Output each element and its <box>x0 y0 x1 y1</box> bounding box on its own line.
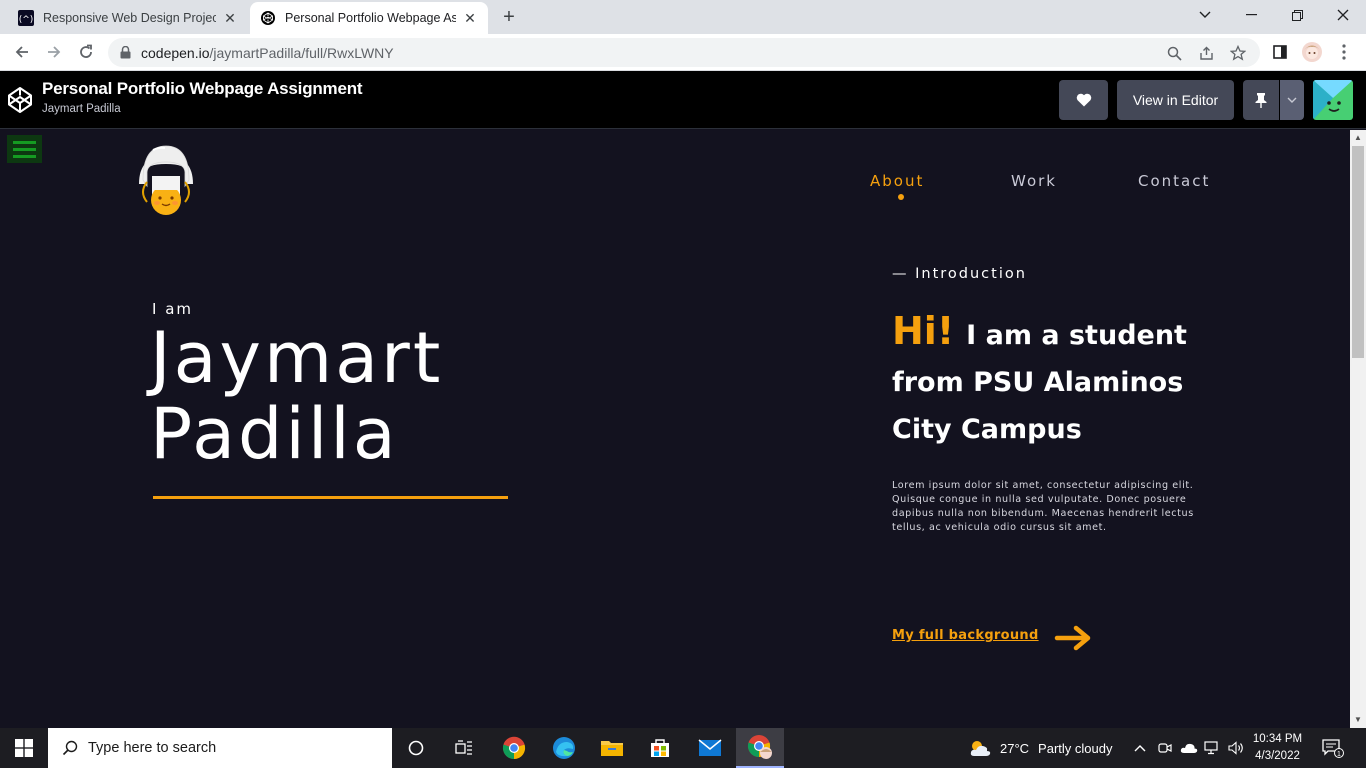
fcc-favicon-icon: (^) <box>18 10 34 26</box>
hamburger-menu-icon[interactable] <box>7 135 42 163</box>
scrollbar-thumb[interactable] <box>1352 146 1364 358</box>
cortana-icon[interactable] <box>392 728 440 768</box>
nav-about-link[interactable]: About <box>870 172 924 190</box>
microsoft-store-icon[interactable] <box>636 728 684 768</box>
show-hidden-icons-chevron-icon[interactable] <box>1134 728 1146 768</box>
greeting-text: I am <box>152 300 193 318</box>
site-logo[interactable] <box>135 142 197 218</box>
clock-time: 10:34 PM <box>1252 733 1303 745</box>
mail-icon[interactable] <box>686 728 734 768</box>
nav-contact-link[interactable]: Contact <box>1138 172 1210 190</box>
weather-description: Partly cloudy <box>1038 740 1113 756</box>
full-background-link[interactable]: My full background <box>892 628 1039 643</box>
hero-first-name: Jaymart <box>150 317 444 399</box>
portfolio-page: About Work Contact I am Jaymart Padilla … <box>0 130 1350 728</box>
meet-now-icon[interactable] <box>1158 728 1172 768</box>
profile-avatar[interactable] <box>1300 40 1324 64</box>
network-icon[interactable] <box>1204 728 1220 768</box>
tab-title: Responsive Web Design Projects <box>43 11 216 25</box>
notification-count: 1 <box>1337 751 1341 758</box>
bookmark-star-icon[interactable] <box>1230 45 1246 61</box>
browser-tab-portfolio[interactable]: Personal Portfolio Webpage Assig ✕ <box>250 2 488 34</box>
browser-toolbar: codepen.io/jaymartPadilla/full/RwxLWNY <box>0 34 1366 71</box>
url-path: /jaymartPadilla/full/RwxLWNY <box>209 44 394 61</box>
tab-close-icon[interactable]: ✕ <box>462 10 478 26</box>
reload-icon[interactable] <box>74 40 98 64</box>
zoom-icon[interactable] <box>1166 45 1182 61</box>
share-icon[interactable] <box>1198 45 1214 61</box>
pin-dropdown-button[interactable] <box>1280 80 1304 120</box>
taskbar-search-box[interactable]: Type here to search <box>48 728 392 768</box>
codepen-favicon-icon <box>260 10 276 26</box>
new-tab-button[interactable]: + <box>498 6 520 28</box>
browser-tab-bar: (^) Responsive Web Design Projects ✕ Per… <box>0 0 1366 34</box>
heart-button[interactable] <box>1059 80 1108 120</box>
nav-work-link[interactable]: Work <box>1011 172 1057 190</box>
more-menu-icon[interactable] <box>1332 40 1356 64</box>
onedrive-cloud-icon[interactable] <box>1180 728 1198 768</box>
page-scrollbar[interactable]: ▲ ▼ <box>1350 130 1366 728</box>
minimize-button[interactable] <box>1228 0 1274 30</box>
heart-icon <box>1076 93 1092 107</box>
pin-button[interactable] <box>1243 80 1279 120</box>
hero-name: Jaymart Padilla <box>150 320 443 472</box>
weather-temp: 27°C <box>1000 740 1030 756</box>
tab-search-chevron-icon[interactable] <box>1182 0 1228 30</box>
pen-title: Personal Portfolio Webpage Assignment <box>42 79 363 98</box>
hero-last-name: Padilla <box>150 393 399 475</box>
lock-icon <box>120 46 131 59</box>
scroll-down-icon[interactable]: ▼ <box>1350 712 1366 728</box>
back-arrow-icon[interactable] <box>10 40 34 64</box>
windows-taskbar: Type here to search 27°C Partly cloudy 1… <box>0 728 1366 768</box>
weather-widget[interactable]: 27°C Partly cloudy <box>968 728 1112 768</box>
view-in-editor-button[interactable]: View in Editor <box>1117 80 1234 120</box>
restore-button[interactable] <box>1274 0 1320 30</box>
sidebar-panel-icon[interactable] <box>1268 40 1292 64</box>
edge-icon[interactable] <box>540 728 588 768</box>
scroll-up-icon[interactable]: ▲ <box>1350 130 1366 146</box>
browser-tab-responsive-projects[interactable]: (^) Responsive Web Design Projects ✕ <box>8 2 248 34</box>
active-nav-indicator <box>898 194 904 200</box>
clock-date: 4/3/2022 <box>1255 750 1300 762</box>
file-explorer-icon[interactable] <box>588 728 636 768</box>
address-bar[interactable]: codepen.io/jaymartPadilla/full/RwxLWNY <box>108 38 1260 67</box>
arrow-right-icon[interactable] <box>1054 624 1094 652</box>
close-window-button[interactable] <box>1320 0 1366 30</box>
pen-author[interactable]: Jaymart Padilla <box>42 103 121 115</box>
windows-start-icon[interactable] <box>0 728 48 768</box>
notification-center-icon[interactable]: 1 <box>1322 728 1344 768</box>
intro-paragraph: Lorem ipsum dolor sit amet, consectetur … <box>892 480 1194 533</box>
search-placeholder: Type here to search <box>88 740 217 756</box>
forward-arrow-icon[interactable] <box>42 40 66 64</box>
intro-heading: Hi! I am a student from PSU Alaminos City… <box>892 308 1212 453</box>
chrome-icon[interactable] <box>490 728 538 768</box>
tab-close-icon[interactable]: ✕ <box>222 10 238 26</box>
hero-underline <box>153 496 508 499</box>
tab-title: Personal Portfolio Webpage Assig <box>285 11 456 25</box>
search-icon <box>62 740 78 756</box>
hi-word: Hi! <box>892 309 955 353</box>
introduction-label: — Introduction <box>892 266 1027 282</box>
task-view-icon[interactable] <box>440 728 488 768</box>
user-avatar[interactable] <box>1313 80 1353 120</box>
svg-text:(^): (^) <box>19 15 34 25</box>
codepen-header: Personal Portfolio Webpage Assignment Ja… <box>0 71 1366 129</box>
partly-cloudy-icon <box>968 738 992 758</box>
chevron-down-icon <box>1287 97 1297 103</box>
codepen-logo-icon[interactable] <box>6 86 34 114</box>
pin-icon <box>1255 92 1267 108</box>
chrome-profile-app-icon[interactable] <box>736 728 784 768</box>
volume-icon[interactable] <box>1228 728 1244 768</box>
url-host: codepen.io <box>141 44 210 61</box>
taskbar-clock[interactable]: 10:34 PM 4/3/2022 <box>1250 731 1305 765</box>
